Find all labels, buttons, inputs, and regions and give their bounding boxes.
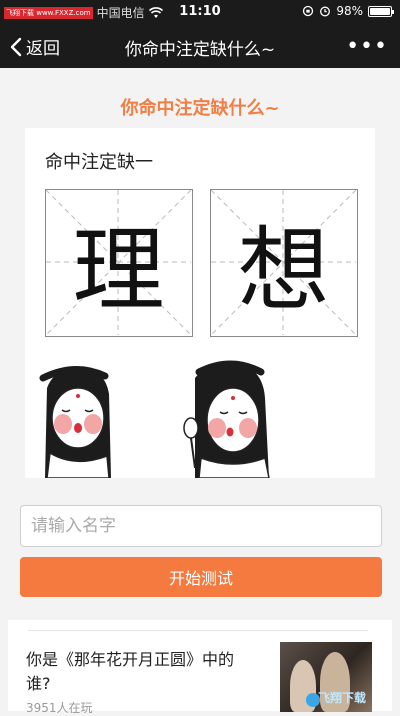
back-button[interactable]: 返回 (10, 34, 60, 59)
recommend-title[interactable]: 你是《那年花开月正圆》中的谁? (26, 648, 256, 696)
left-figure (39, 365, 111, 478)
battery-icon (368, 5, 394, 17)
recommend-play-count: 3951人在玩 (26, 701, 93, 715)
nav-bar: 返回 你命中注定缺什么~ ••• (0, 24, 400, 68)
battery-fill (370, 7, 390, 15)
result-card: 命中注定缺一 理 想 (25, 128, 375, 478)
back-label: 返回 (26, 39, 60, 59)
more-menu-button[interactable]: ••• (346, 34, 388, 59)
recommend-card[interactable]: 你是《那年花开月正圆》中的谁? 3951人在玩 飞翔下载 (8, 620, 392, 715)
alarm-icon (320, 6, 331, 17)
status-bar: 飞翔下载 www.FXXZ.com 中国电信 11:10 98% (0, 0, 400, 24)
cartoon-illustration (39, 360, 270, 478)
nav-title: 你命中注定缺什么~ (124, 40, 276, 60)
card-caption: 命中注定缺一 (45, 152, 153, 173)
right-figure (183, 360, 270, 478)
char-2: 想 (237, 217, 330, 324)
thumb-watermark: 飞翔下载 (317, 691, 366, 705)
more-dots-icon: ••• (346, 34, 388, 59)
char-1: 理 (72, 217, 165, 324)
battery-percent: 98% (336, 4, 363, 18)
recommend-thumbnail[interactable]: 飞翔下载 (280, 642, 372, 712)
name-input[interactable] (20, 505, 382, 547)
divider (28, 630, 368, 631)
page-title: 你命中注定缺什么~ (120, 98, 280, 119)
start-test-button[interactable]: 开始测试 (20, 557, 382, 597)
char-box-1: 理 (45, 189, 193, 337)
char-box-2: 想 (210, 189, 358, 337)
status-right: 98% (302, 4, 394, 18)
orientation-lock-icon (303, 5, 314, 17)
chevron-left-icon (10, 37, 22, 56)
